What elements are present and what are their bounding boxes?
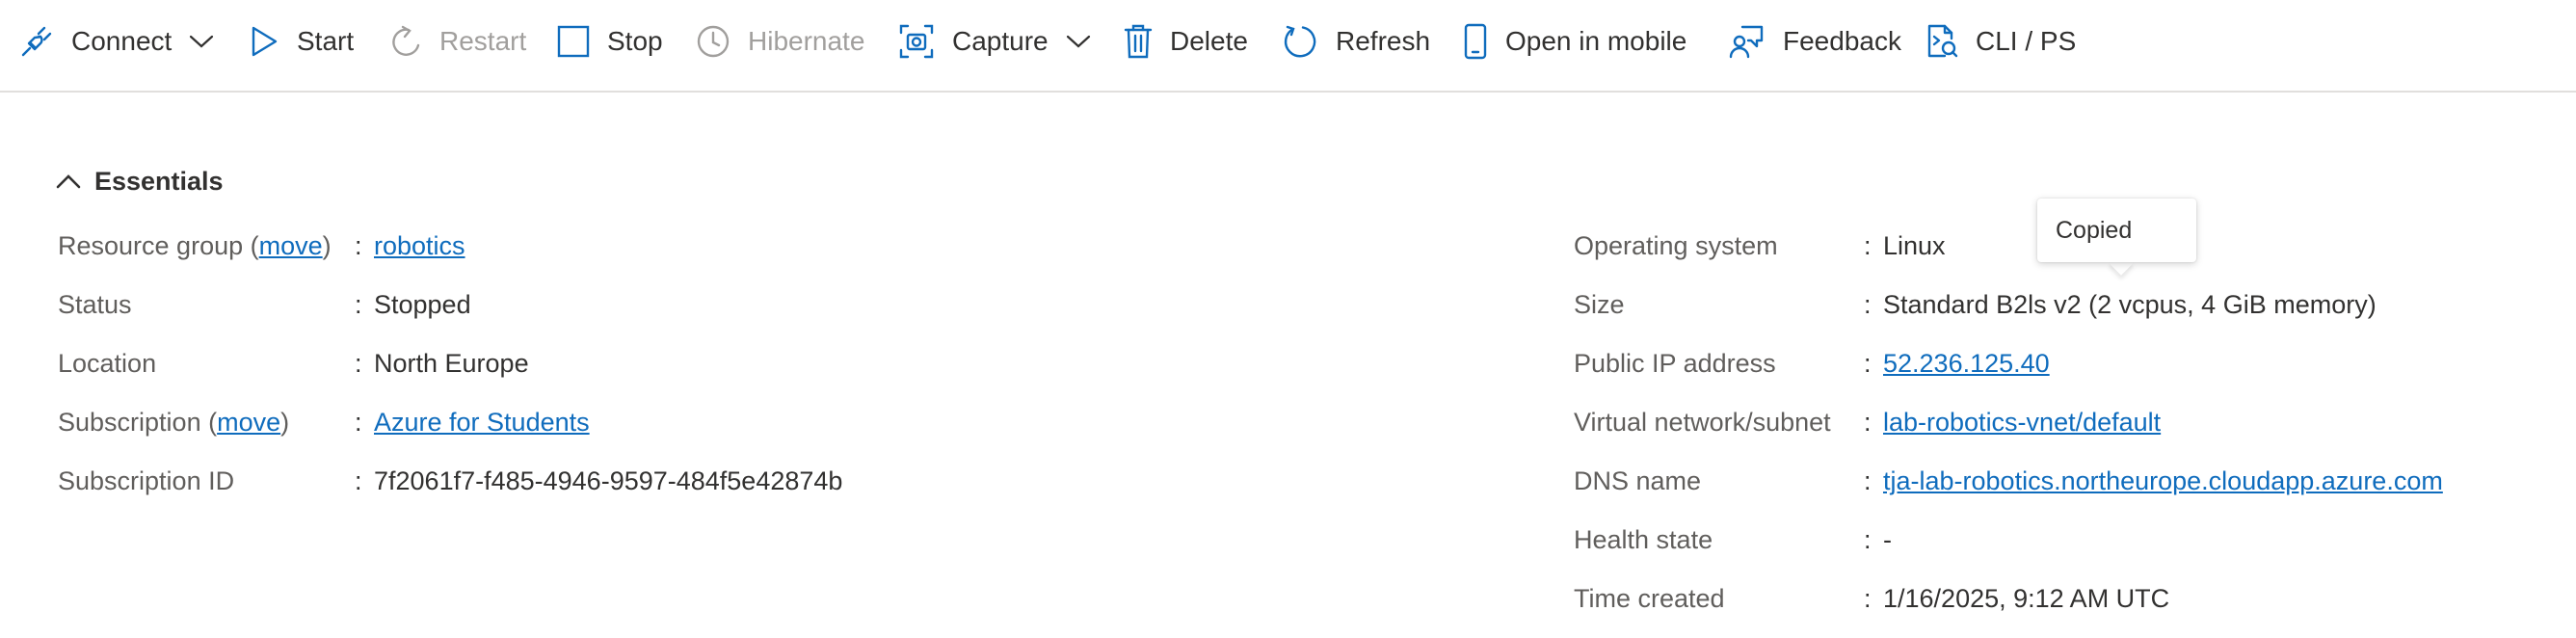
resource-group-label: Resource group (move)	[58, 231, 332, 260]
mobile-icon	[1464, 23, 1487, 60]
size-value: Standard B2ls v2 (2 vcpus, 4 GiB memory)	[1883, 290, 2377, 319]
cli-ps-button[interactable]: CLI / PS	[1925, 17, 2076, 66]
separator-colon: :	[1864, 525, 1872, 554]
public-ip-label: Public IP address	[1574, 349, 1776, 378]
resource-group-value: robotics	[374, 231, 465, 261]
separator-colon: :	[355, 466, 362, 495]
refresh-icon	[1284, 25, 1316, 58]
start-button[interactable]: Start	[249, 17, 354, 66]
connect-label: Connect	[71, 26, 173, 56]
feedback-button[interactable]: Feedback	[1729, 17, 1901, 66]
delete-button[interactable]: Delete	[1124, 17, 1248, 66]
separator-colon: :	[1864, 584, 1872, 613]
stop-label: Stop	[607, 26, 663, 56]
vnet-value: lab-robotics-vnet/default	[1883, 408, 2161, 438]
resource-group-move-link[interactable]: move	[259, 231, 323, 260]
dns-name-label: DNS name	[1574, 466, 1702, 495]
vnet-label: Virtual network/subnet	[1574, 408, 1831, 437]
health-state-label: Health state	[1574, 525, 1713, 554]
subscription-id-value: 7f2061f7-f485-4946-9597-484f5e42874b	[374, 466, 843, 495]
public-ip-link[interactable]: 52.236.125.40	[1883, 349, 2050, 378]
status-value: Stopped	[374, 290, 471, 319]
time-created-value: 1/16/2025, 9:12 AM UTC	[1883, 584, 2170, 613]
plug-icon	[21, 26, 52, 57]
feedback-icon	[1729, 25, 1764, 59]
restart-label: Restart	[439, 26, 527, 56]
command-bar: Connect Start Restart Stop Hibernate Cap…	[0, 0, 2576, 93]
separator-colon: :	[1864, 466, 1872, 495]
clock-icon	[697, 25, 730, 58]
refresh-label: Refresh	[1336, 26, 1431, 56]
trash-icon	[1124, 24, 1153, 59]
stop-button[interactable]: Stop	[557, 17, 663, 66]
delete-label: Delete	[1170, 26, 1248, 56]
open-in-mobile-label: Open in mobile	[1505, 26, 1687, 56]
chevron-up-icon	[56, 174, 81, 189]
subscription-label: Subscription (move)	[58, 408, 290, 437]
chevron-down-icon	[190, 35, 214, 48]
refresh-button[interactable]: Refresh	[1282, 17, 1430, 66]
subscription-move-link[interactable]: move	[217, 408, 280, 437]
dns-name-value: tja-lab-robotics.northeurope.cloudapp.az…	[1883, 466, 2443, 496]
separator-colon: :	[1864, 349, 1872, 378]
feedback-label: Feedback	[1783, 26, 1901, 56]
dns-name-link[interactable]: tja-lab-robotics.northeurope.cloudapp.az…	[1883, 466, 2443, 495]
operating-system-value: Linux	[1883, 231, 1946, 260]
separator-colon: :	[1864, 408, 1872, 437]
location-value: North Europe	[374, 349, 529, 378]
hibernate-button[interactable]: Hibernate	[696, 17, 864, 66]
essentials-toggle[interactable]: Essentials	[56, 162, 224, 200]
vnet-link[interactable]: lab-robotics-vnet/default	[1883, 408, 2161, 437]
separator-colon: :	[1864, 290, 1872, 319]
stop-square-icon	[557, 25, 590, 58]
status-label: Status	[58, 290, 132, 319]
open-in-mobile-button[interactable]: Open in mobile	[1463, 17, 1686, 66]
start-label: Start	[297, 26, 355, 56]
restart-icon	[392, 25, 420, 56]
subscription-id-label: Subscription ID	[58, 466, 235, 495]
subscription-value: Azure for Students	[374, 408, 590, 438]
hibernate-label: Hibernate	[748, 26, 865, 56]
size-label: Size	[1574, 290, 1625, 319]
location-label: Location	[58, 349, 157, 378]
separator-colon: :	[355, 231, 362, 260]
time-created-label: Time created	[1574, 584, 1725, 613]
separator-colon: :	[1864, 231, 1872, 260]
health-state-value: -	[1883, 525, 1892, 554]
tooltip-text: Copied	[2056, 216, 2133, 244]
capture-icon	[899, 24, 934, 59]
essentials-title: Essentials	[94, 166, 224, 196]
separator-colon: :	[355, 349, 362, 378]
resource-group-link[interactable]: robotics	[374, 231, 465, 260]
capture-button[interactable]: Capture	[898, 17, 1091, 66]
separator-colon: :	[355, 408, 362, 437]
subscription-link[interactable]: Azure for Students	[374, 408, 590, 437]
separator-colon: :	[355, 290, 362, 319]
play-icon	[252, 26, 278, 57]
copied-tooltip: Copied	[2037, 199, 2196, 262]
public-ip-value: 52.236.125.40	[1883, 349, 2050, 379]
cli-ps-label: CLI / PS	[1976, 26, 2077, 56]
capture-label: Capture	[952, 26, 1049, 56]
operating-system-label: Operating system	[1574, 231, 1778, 260]
connect-button[interactable]: Connect	[19, 17, 214, 66]
cli-icon	[1927, 24, 1958, 58]
restart-button[interactable]: Restart	[389, 17, 526, 66]
chevron-down-icon	[1066, 35, 1090, 48]
